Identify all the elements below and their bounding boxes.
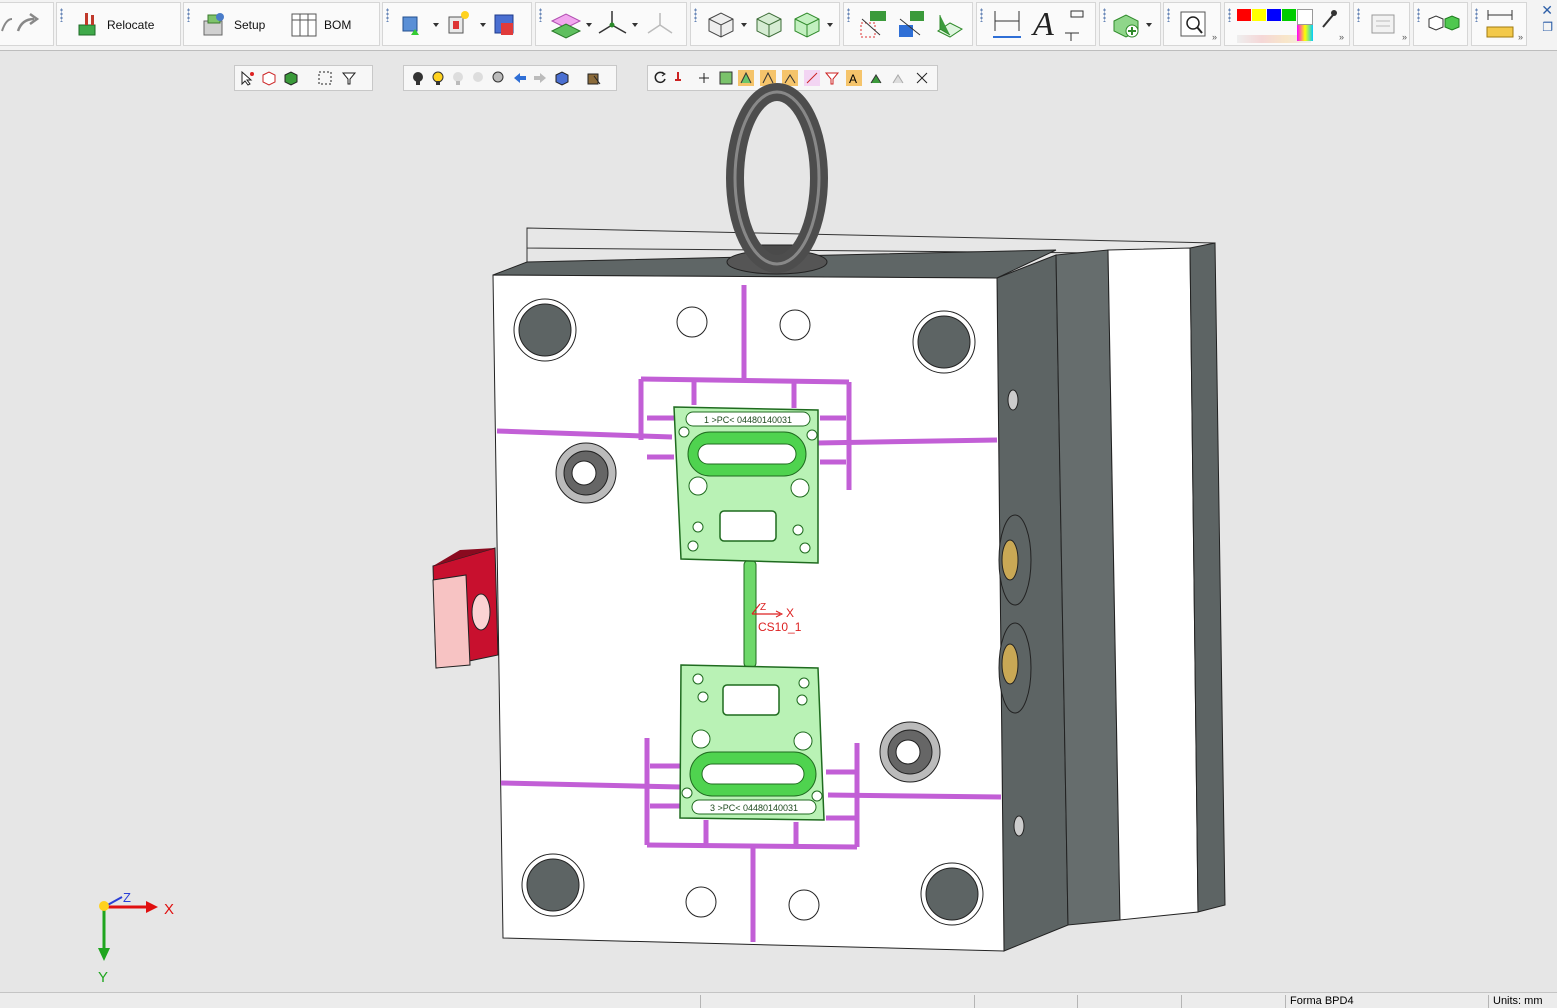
note-format-icon[interactable] [1061, 7, 1087, 41]
csys-name-label: CS10_1 [758, 620, 802, 634]
insert-component-icon[interactable] [397, 9, 427, 39]
text-icon[interactable]: A [1031, 7, 1061, 41]
redo-icon[interactable] [14, 11, 42, 35]
status-cell-3 [1077, 995, 1181, 1008]
graphics-viewport[interactable]: 1 >PC< 04480140031 3 >PC< 04480140031 X … [0, 51, 1557, 991]
ribbon-toolbar: Relocate Setup BOM A » » » » ✕ ❐ [0, 0, 1557, 51]
relocate-label: Relocate [107, 18, 155, 32]
status-cell-message [700, 995, 974, 1008]
revolve-icon[interactable] [753, 9, 785, 39]
axis-icon[interactable] [644, 9, 678, 39]
drawing-group: » [1353, 2, 1410, 46]
status-bar: Forma BPD4 Units: mm [0, 992, 1557, 1008]
setup-label: Setup [234, 18, 266, 32]
measure-group: » [1471, 2, 1527, 46]
svg-text:A: A [1031, 7, 1054, 41]
extrude-icon[interactable] [705, 9, 737, 39]
offset-surface-icon[interactable] [934, 9, 966, 41]
coordinate-system-icon[interactable] [596, 9, 630, 39]
display-style-icon[interactable] [1426, 11, 1460, 35]
status-model-name: Forma BPD4 [1285, 995, 1488, 1008]
surface-group [843, 2, 973, 46]
status-cell-4 [1181, 995, 1285, 1008]
relocate-icon [78, 13, 96, 36]
restore-icon[interactable]: ❐ [1542, 20, 1553, 34]
status-units: Units: mm [1488, 995, 1557, 1008]
setup-button[interactable]: Setup [200, 9, 265, 41]
mold-base-icon[interactable] [491, 9, 521, 41]
solid-group [690, 2, 840, 46]
add-feature-icon[interactable] [1110, 9, 1140, 39]
cavity-top[interactable]: 1 >PC< 04480140031 [673, 406, 819, 564]
relocate-button[interactable]: Relocate [75, 9, 154, 41]
sweep-icon[interactable] [791, 9, 823, 39]
undo-redo-group [0, 2, 54, 46]
triad-z-label: Z [123, 890, 131, 905]
add-part-icon[interactable] [443, 9, 473, 39]
measure-icon[interactable] [1484, 7, 1516, 41]
datum-group [535, 2, 687, 46]
find-group: » [1163, 2, 1221, 46]
undo-icon[interactable] [0, 13, 14, 35]
cavity-bottom[interactable]: 3 >PC< 04480140031 [679, 664, 825, 821]
triad-y-label: Y [98, 969, 108, 986]
eyedropper-icon[interactable] [1319, 7, 1339, 31]
setup-icon [203, 13, 224, 36]
triad-x-label: X [164, 901, 174, 918]
close-icon[interactable]: ✕ [1541, 2, 1553, 19]
insert-component-group [382, 2, 532, 46]
setup-bom-group: Setup BOM [183, 2, 380, 46]
component-add-group [1099, 2, 1161, 46]
bom-label: BOM [324, 18, 352, 32]
appearance-group: » [1224, 2, 1350, 46]
copy-surface-icon[interactable] [896, 9, 928, 41]
annotation-group: A [976, 2, 1096, 46]
bom-icon [291, 13, 317, 37]
csys-z-label: Z [760, 602, 766, 613]
status-cell-2 [974, 995, 1077, 1008]
color-gradient-icon[interactable] [1297, 25, 1313, 41]
relocate-group: Relocate [56, 2, 181, 46]
split-surface-icon[interactable] [858, 9, 890, 41]
display-group [1413, 2, 1468, 46]
bom-button[interactable]: BOM [290, 9, 351, 41]
cavity-top-label: 1 >PC< 04480140031 [704, 415, 792, 425]
csys-x-label: X [786, 606, 794, 620]
datum-plane-icon[interactable] [550, 9, 584, 39]
view-triad: X Y Z [98, 890, 174, 986]
find-icon[interactable] [1178, 9, 1208, 39]
cavity-bottom-label: 3 >PC< 04480140031 [710, 803, 798, 813]
drawing-icon[interactable] [1368, 9, 1398, 39]
dimension-icon[interactable] [991, 7, 1023, 41]
